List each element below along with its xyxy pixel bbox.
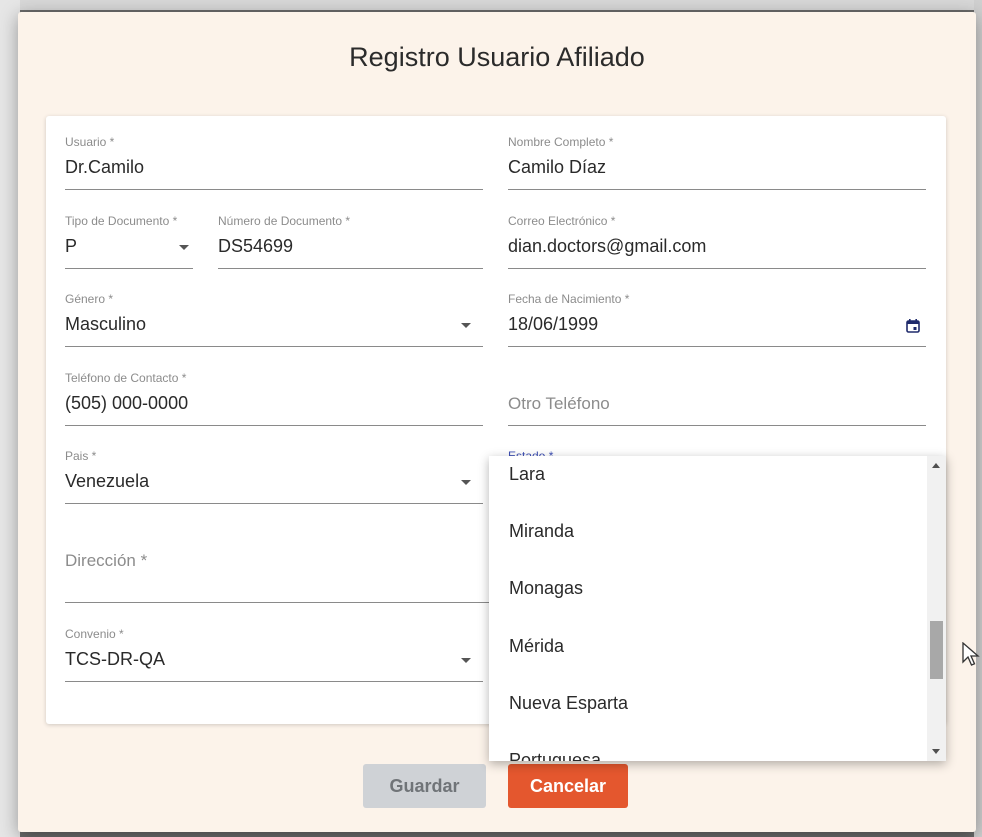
- fecha-nacimiento-label: Fecha de Nacimiento *: [508, 292, 630, 306]
- convenio-value: TCS-DR-QA: [65, 649, 165, 669]
- estado-option-lara[interactable]: Lara: [509, 464, 545, 485]
- correo-value: dian.doctors@gmail.com: [508, 236, 707, 256]
- calendar-icon[interactable]: [906, 319, 920, 333]
- telefono-contacto-field[interactable]: Teléfono de Contacto * (505) 000-0000: [65, 371, 483, 426]
- pais-value: Venezuela: [65, 471, 150, 491]
- numero-documento-label: Número de Documento *: [218, 214, 351, 228]
- telefono-contacto-label: Teléfono de Contacto *: [65, 371, 187, 385]
- usuario-field[interactable]: Usuario * Dr.Camilo: [65, 135, 483, 190]
- numero-documento-field[interactable]: Número de Documento * DS54699: [218, 214, 483, 269]
- correo-label: Correo Electrónico *: [508, 214, 616, 228]
- telefono-contacto-value: (505) 000-0000: [65, 393, 189, 413]
- estado-option-nueva-esparta[interactable]: Nueva Esparta: [509, 693, 628, 714]
- estado-option-portuguesa[interactable]: Portuguesa: [509, 750, 601, 761]
- estado-option-merida[interactable]: Mérida: [509, 636, 564, 657]
- tipo-documento-value: P: [65, 236, 78, 256]
- chevron-down-icon: [461, 323, 471, 328]
- nombre-completo-field[interactable]: Nombre Completo * Camilo Díaz: [508, 135, 926, 190]
- genero-value: Masculino: [65, 314, 147, 334]
- fecha-nacimiento-field[interactable]: Fecha de Nacimiento * 18/06/1999: [508, 292, 926, 347]
- otro-telefono-placeholder: Otro Teléfono: [508, 394, 610, 413]
- usuario-label: Usuario *: [65, 135, 115, 149]
- estado-option-monagas[interactable]: Monagas: [509, 578, 583, 599]
- correo-field[interactable]: Correo Electrónico * dian.doctors@gmail.…: [508, 214, 926, 269]
- nombre-completo-value: Camilo Díaz: [508, 157, 607, 177]
- numero-documento-value: DS54699: [218, 236, 294, 256]
- chevron-down-icon: [461, 658, 471, 663]
- pais-label: Pais *: [65, 449, 97, 463]
- scroll-down-arrow-icon[interactable]: [932, 749, 940, 754]
- nombre-completo-label: Nombre Completo *: [508, 135, 614, 149]
- chevron-down-icon: [461, 480, 471, 485]
- genero-select[interactable]: Género * Masculino: [65, 292, 483, 347]
- guardar-button[interactable]: Guardar: [363, 764, 486, 808]
- convenio-select[interactable]: Convenio * TCS-DR-QA: [65, 627, 483, 682]
- scrollbar-thumb[interactable]: [930, 621, 943, 679]
- dialog-title: Registro Usuario Afiliado: [349, 42, 645, 72]
- cancelar-button[interactable]: Cancelar: [508, 764, 628, 808]
- scroll-up-arrow-icon[interactable]: [932, 463, 940, 468]
- convenio-label: Convenio *: [65, 627, 124, 641]
- mouse-cursor-icon: [962, 642, 980, 666]
- genero-label: Género *: [65, 292, 114, 306]
- tipo-documento-select[interactable]: Tipo de Documento * P: [65, 214, 193, 269]
- usuario-value: Dr.Camilo: [65, 157, 145, 177]
- dropdown-scrollbar[interactable]: [927, 456, 946, 761]
- chevron-down-icon: [179, 245, 189, 250]
- direccion-field[interactable]: Dirección *: [65, 536, 505, 603]
- background-sidebar: [0, 0, 20, 837]
- estado-option-miranda[interactable]: Miranda: [509, 521, 574, 542]
- fecha-nacimiento-value: 18/06/1999: [508, 314, 599, 334]
- background-header: [0, 0, 982, 10]
- direccion-placeholder: Dirección *: [65, 551, 148, 570]
- pais-select[interactable]: Pais * Venezuela: [65, 449, 483, 504]
- tipo-documento-label: Tipo de Documento *: [65, 214, 178, 228]
- estado-dropdown-panel[interactable]: Lara Miranda Monagas Mérida Nueva Espart…: [489, 456, 946, 761]
- otro-telefono-field[interactable]: Otro Teléfono: [508, 371, 926, 426]
